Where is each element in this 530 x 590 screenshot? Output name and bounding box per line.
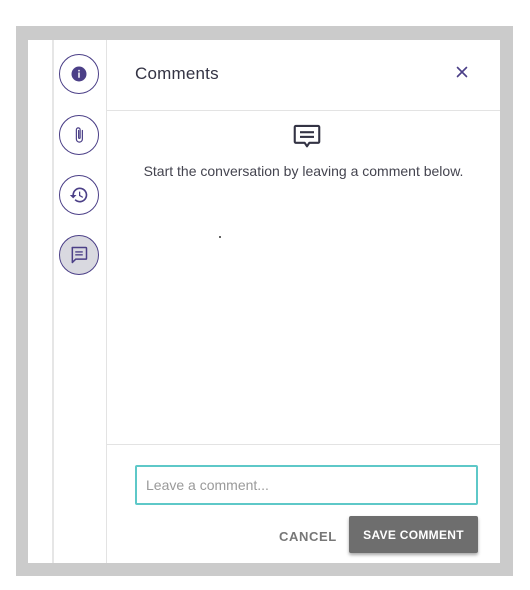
rail-info-button[interactable]: [59, 54, 99, 94]
comments-panel: Comments Start the conversation by leavi…: [107, 40, 500, 563]
side-rail: [54, 40, 107, 563]
paperclip-icon: [70, 126, 88, 144]
info-icon: [70, 65, 88, 83]
rail-attachments-button[interactable]: [59, 115, 99, 155]
rail-comments-button[interactable]: [59, 235, 99, 275]
comment-input[interactable]: [135, 465, 478, 505]
panel-header: Comments: [107, 40, 500, 111]
save-comment-button[interactable]: SAVE COMMENT: [349, 516, 478, 553]
cancel-button[interactable]: CANCEL: [279, 526, 337, 546]
comment-composer: CANCEL SAVE COMMENT: [107, 444, 500, 563]
panel-title: Comments: [135, 64, 219, 83]
app-window: Comments Start the conversation by leavi…: [28, 40, 500, 563]
close-icon: [456, 65, 468, 83]
comment-icon: [293, 123, 321, 151]
close-button[interactable]: [452, 64, 472, 84]
history-icon: [69, 185, 89, 205]
rail-history-button[interactable]: [59, 175, 99, 215]
left-edge-strip: [28, 40, 54, 563]
comment-icon: [69, 245, 89, 265]
empty-state-message: Start the conversation by leaving a comm…: [143, 163, 464, 179]
stray-dot: [219, 236, 221, 238]
